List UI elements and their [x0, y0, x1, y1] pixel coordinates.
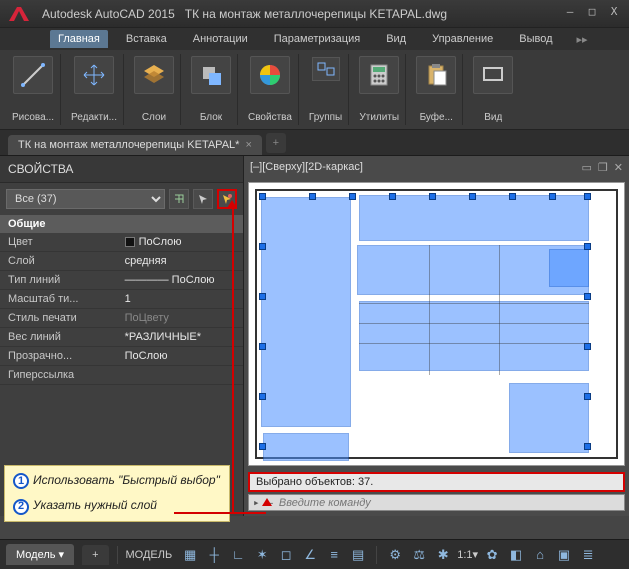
layout-tab-plus[interactable]: +	[82, 545, 108, 565]
app-logo[interactable]	[6, 4, 34, 24]
paste-icon[interactable]	[416, 56, 456, 94]
ribbon-block-label: Блок	[200, 112, 222, 123]
select-objects-icon[interactable]	[193, 189, 213, 209]
viewport-restore-icon[interactable]: ❐	[598, 161, 608, 174]
snap-icon[interactable]: ┼	[204, 545, 224, 565]
ribbon: Рисова... Редакти... Слои Блок Свойства …	[0, 50, 629, 130]
ribbon-block[interactable]: Блок	[185, 54, 238, 125]
more-tabs-icon[interactable]: ▸▸	[577, 33, 588, 46]
ribbon-view[interactable]: Вид	[467, 54, 519, 125]
annotation-arrow	[174, 512, 266, 514]
layout-tab-model[interactable]: Модель ▾	[6, 544, 74, 565]
ribbon-clipboard[interactable]: Буфе...	[410, 54, 463, 125]
customize-icon[interactable]: ≣	[578, 545, 598, 565]
move-icon[interactable]	[74, 56, 114, 94]
tab-annotations[interactable]: Аннотации	[185, 30, 256, 48]
prop-row-plotstyle[interactable]: Стиль печатиПоЦвету	[0, 309, 243, 328]
ribbon-props-label: Свойства	[248, 112, 292, 123]
prop-row-lineweight[interactable]: Вес линий*РАЗЛИЧНЫЕ*	[0, 328, 243, 347]
ribbon-props[interactable]: Свойства	[242, 54, 299, 125]
ortho-icon[interactable]: ∟	[228, 545, 248, 565]
canvas[interactable]	[248, 182, 625, 466]
scale-label[interactable]: 1:1 ▾	[457, 545, 478, 565]
tab-parametric[interactable]: Параметризация	[266, 30, 368, 48]
prop-row-ltscale[interactable]: Масштаб ти...1	[0, 290, 243, 309]
polar-icon[interactable]: ✶	[252, 545, 272, 565]
selection-filter[interactable]: Все (37)	[6, 189, 165, 209]
color-wheel-icon[interactable]	[250, 56, 290, 94]
lineweight-icon[interactable]: ≡	[324, 545, 344, 565]
ribbon-groups[interactable]: Группы	[303, 54, 349, 125]
isoviews-icon[interactable]: ◧	[506, 545, 526, 565]
ribbon-edit[interactable]: Редакти...	[65, 54, 124, 125]
gear-icon[interactable]: ✿	[482, 545, 502, 565]
prop-row-layer[interactable]: Слойсредняя	[0, 252, 243, 271]
annotation-arrow	[232, 206, 234, 514]
ribbon-draw[interactable]: Рисова...	[6, 54, 61, 125]
view-icon[interactable]	[473, 56, 513, 94]
command-output: Выбрано объектов: 37.	[248, 472, 625, 492]
ribbon-layers-label: Слои	[142, 112, 166, 123]
document-tabs: ТК на монтаж металлочерепицы KETAPAL* × …	[0, 130, 629, 156]
document-tab-label: ТК на монтаж металлочерепицы KETAPAL*	[18, 139, 239, 151]
close-button[interactable]: X	[605, 5, 623, 23]
properties-panel: СВОЙСТВА Все (37) Общие ЦветПоСлою Слойс…	[0, 156, 244, 516]
annovis-icon[interactable]: ✱	[433, 545, 453, 565]
viewport-minimize-icon[interactable]: ▭	[582, 161, 592, 174]
block-icon[interactable]	[191, 56, 231, 94]
command-input[interactable]	[279, 497, 620, 509]
pickadd-icon[interactable]	[169, 189, 189, 209]
section-general: Общие	[0, 215, 243, 233]
new-tab-button[interactable]: +	[266, 133, 286, 153]
ribbon-layers[interactable]: Слои	[128, 54, 181, 125]
minimize-button[interactable]: —	[561, 5, 579, 23]
callout-badge-2: 2	[13, 499, 29, 515]
prop-row-linetype[interactable]: Тип линий———— ПоСлою	[0, 271, 243, 290]
prop-row-hyperlink[interactable]: Гиперссылка	[0, 366, 243, 385]
ribbon-view-label: Вид	[484, 112, 502, 123]
arrowhead-icon	[262, 498, 272, 506]
otrack-icon[interactable]: ∠	[300, 545, 320, 565]
window-title: Autodesk AutoCAD 2015 ТК на монтаж метал…	[42, 7, 557, 21]
hardware-icon[interactable]: ⌂	[530, 545, 550, 565]
tab-home[interactable]: Главная	[50, 30, 108, 48]
status-bar: Модель ▾ + МОДЕЛЬ ▦ ┼ ∟ ✶ ◻ ∠ ≡ ▤ ⚙ ⚖ ✱ …	[0, 539, 629, 569]
drawing-viewport: [–][Сверху][2D-каркас] ▭ ❐ ✕	[244, 156, 629, 516]
grid-icon[interactable]: ▦	[180, 545, 200, 565]
calculator-icon[interactable]	[359, 56, 399, 94]
group-icon[interactable]	[312, 57, 340, 81]
maximize-button[interactable]: □	[583, 5, 601, 23]
osnap-icon[interactable]: ◻	[276, 545, 296, 565]
document-tab[interactable]: ТК на монтаж металлочерепицы KETAPAL* ×	[8, 135, 262, 155]
view-label[interactable]: [–][Сверху][2D-каркас]	[250, 161, 363, 173]
ribbon-clip-label: Буфе...	[420, 112, 453, 123]
transparency-icon[interactable]: ▤	[348, 545, 368, 565]
close-tab-icon[interactable]: ×	[245, 139, 251, 151]
workspace-icon[interactable]: ⚙	[385, 545, 405, 565]
tab-insert[interactable]: Вставка	[118, 30, 175, 48]
tab-manage[interactable]: Управление	[424, 30, 501, 48]
annoscale-icon[interactable]: ⚖	[409, 545, 429, 565]
panel-title: СВОЙСТВА	[0, 156, 243, 183]
arrowhead-icon	[227, 200, 237, 208]
prop-row-color[interactable]: ЦветПоСлою	[0, 233, 243, 252]
layers-icon[interactable]	[134, 56, 174, 94]
ribbon-groups-label: Группы	[309, 112, 342, 123]
line-icon[interactable]	[13, 56, 53, 94]
cleanscreen-icon[interactable]: ▣	[554, 545, 574, 565]
ribbon-edit-label: Редакти...	[71, 112, 117, 123]
titlebar: Autodesk AutoCAD 2015 ТК на монтаж метал…	[0, 0, 629, 28]
ribbon-tabs: Главная Вставка Аннотации Параметризация…	[0, 28, 629, 50]
tab-output[interactable]: Вывод	[511, 30, 560, 48]
tab-view[interactable]: Вид	[378, 30, 414, 48]
ribbon-utils-label: Утилиты	[359, 112, 399, 123]
callout-badge-1: 1	[13, 473, 29, 489]
prop-row-transparency[interactable]: Прозрачно...ПоСлою	[0, 347, 243, 366]
properties-table: ЦветПоСлою Слойсредняя Тип линий———— ПоС…	[0, 233, 243, 385]
ribbon-draw-label: Рисова...	[12, 112, 54, 123]
viewport-close-icon[interactable]: ✕	[614, 161, 623, 174]
space-label[interactable]: МОДЕЛЬ	[126, 549, 173, 561]
command-line[interactable]: ▸ –	[248, 494, 625, 511]
ribbon-utils[interactable]: Утилиты	[353, 54, 406, 125]
